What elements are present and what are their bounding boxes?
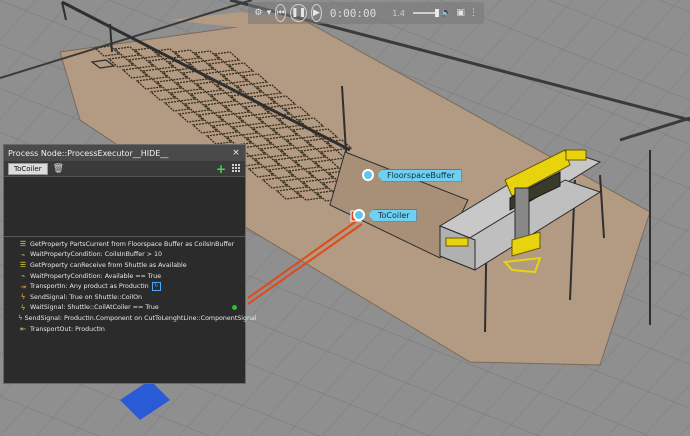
callout-label: FloorspaceBuffer — [377, 168, 462, 182]
panel-title-bar: Process Node::ProcessExecutor__HIDE__ × — [4, 145, 245, 161]
statement-text: SendSignal: True on Shuttle::CoilOn — [30, 293, 143, 301]
send-signal-icon: ϟ — [18, 314, 23, 323]
list-item[interactable]: ⌁ WaitPropertyCondition: CoilsInBuffer >… — [4, 250, 245, 261]
callout-dot-icon — [362, 169, 374, 181]
add-statement-button[interactable]: + — [216, 162, 226, 176]
speed-value: 1.4 — [392, 8, 405, 18]
list-item[interactable]: ϟ SendSignal: ProductIn.Component on Cut… — [4, 313, 257, 324]
list-item[interactable]: ϟ SendSignal: True on Shuttle::CoilOn — [4, 292, 245, 303]
panel-title: Process Node::ProcessExecutor__HIDE__ — [8, 148, 169, 158]
callout-to-coiler[interactable]: ToCoiler — [353, 208, 417, 222]
statement-text: WaitSignal: Shuttle::CoilAtCoiler == Tru… — [30, 304, 159, 312]
transport-out-icon: ⇤ — [20, 325, 26, 334]
list-item[interactable]: ⌁ WaitPropertyCondition: Available == Tr… — [4, 271, 245, 282]
process-node-panel: Process Node::ProcessExecutor__HIDE__ × … — [3, 144, 257, 384]
trash-icon[interactable]: 🗑 — [53, 164, 64, 174]
properties-area — [4, 177, 245, 237]
statement-text: GetProperty canReceive from Shuttle as A… — [30, 261, 187, 269]
callout-dot-icon — [353, 209, 365, 221]
panel-toolbar: ToCoiler 🗑 + — [4, 161, 245, 177]
list-item[interactable]: ϟ WaitSignal: Shuttle::CoilAtCoiler == T… — [4, 303, 245, 314]
get-property-icon: ☰ — [19, 240, 27, 249]
send-signal-icon: ϟ — [20, 293, 26, 302]
list-item[interactable]: ⇤ TransportOut: ProductIn — [4, 324, 245, 335]
statement-text: SendSignal: ProductIn.Component on CutTo… — [24, 314, 257, 322]
statement-text: TransportIn: Any product as ProductIn — [30, 283, 149, 291]
statement-text: WaitPropertyCondition: Available == True — [30, 272, 162, 280]
speed-slider[interactable] — [412, 9, 439, 17]
statement-text: GetProperty PartsCurrent from Floorspace… — [30, 240, 235, 248]
slider-knob[interactable] — [434, 9, 439, 17]
list-item[interactable]: ☰ GetProperty PartsCurrent from Floorspa… — [4, 239, 245, 250]
image-icon[interactable]: ▣ — [456, 5, 465, 21]
breakpoint-icon[interactable] — [232, 305, 237, 311]
pause-icon[interactable]: ❚❚ — [290, 4, 308, 22]
list-item[interactable]: ⇥ TransportIn: Any product as ProductIn … — [4, 281, 245, 292]
link-icon[interactable]: ↻ — [151, 282, 161, 292]
transport-in-icon: ⇥ — [20, 282, 26, 291]
play-icon[interactable]: ▶ — [311, 4, 322, 22]
statement-text: WaitPropertyCondition: CoilsInBuffer > 1… — [30, 251, 162, 259]
grid-icon[interactable] — [232, 164, 241, 173]
wait-signal-icon: ϟ — [20, 303, 26, 312]
chevron-down-icon[interactable]: ▾ — [267, 5, 272, 21]
playback-toolbar: ⚙ ▾ ⏮ ❚❚ ▶ 0:00:00 1.4 🔈 ▣ ⋮ — [248, 2, 484, 24]
list-item[interactable]: ☰ GetProperty canReceive from Shuttle as… — [4, 260, 245, 271]
callout-label: ToCoiler — [368, 208, 417, 222]
volume-icon[interactable]: 🔈 — [441, 5, 452, 21]
rewind-icon[interactable]: ⏮ — [275, 4, 287, 22]
wait-property-icon: ⌁ — [20, 250, 26, 259]
callout-floorspace-buffer[interactable]: FloorspaceBuffer — [362, 168, 462, 182]
wait-property-icon: ⌁ — [20, 272, 26, 281]
get-property-icon: ☰ — [19, 261, 27, 270]
statement-list: ☰ GetProperty PartsCurrent from Floorspa… — [4, 237, 257, 335]
statement-text: TransportOut: ProductIn — [30, 325, 105, 333]
simulation-time: 0:00:00 — [329, 6, 377, 20]
close-icon[interactable]: × — [231, 148, 241, 158]
gear-icon[interactable]: ⚙ — [254, 5, 263, 21]
more-icon[interactable]: ⋮ — [469, 5, 478, 21]
tab-tocoiler[interactable]: ToCoiler — [8, 162, 48, 175]
